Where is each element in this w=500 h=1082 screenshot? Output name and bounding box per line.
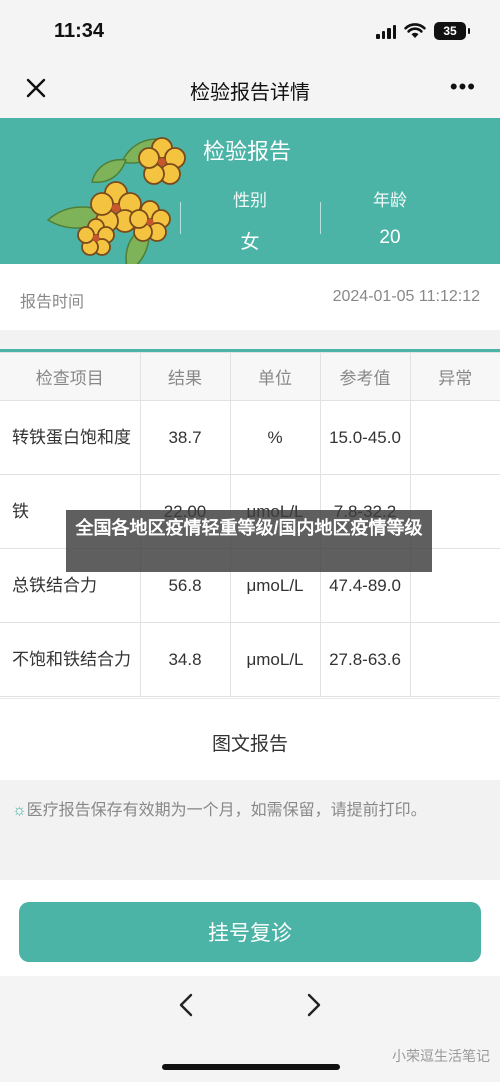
browser-toolbar: 小荣逗生活笔记 <box>0 976 500 1082</box>
page-title: 检验报告详情 <box>190 82 310 104</box>
lightbulb-icon: ☼ <box>12 802 27 819</box>
watermark-text: 小荣逗生活笔记 <box>392 1048 490 1064</box>
overlay-caption: 全国各地区疫情轻重等级/国内地区疫情等级 <box>66 510 432 572</box>
report-time-card: 报告时间 2024-01-05 11:12:12 <box>0 264 500 330</box>
report-time-value: 2024-01-05 11:12:12 <box>332 288 480 305</box>
cellular-signal-icon <box>376 23 396 39</box>
image-report-link[interactable]: 图文报告 <box>0 698 500 780</box>
gender-value: 女 <box>240 232 260 253</box>
banner-divider <box>180 202 181 234</box>
back-arrow-icon[interactable] <box>176 992 196 1018</box>
bottom-action-panel: 挂号复诊 <box>0 880 500 976</box>
test-result: 34.8 <box>139 622 231 697</box>
image-report-label: 图文报告 <box>211 734 288 755</box>
report-time-label: 报告时间 <box>20 294 85 311</box>
banner-title: 检验报告 <box>203 139 292 164</box>
test-unit: % <box>229 400 321 475</box>
more-options-icon[interactable]: ••• <box>450 74 476 100</box>
report-banner: 检验报告 性别 女 年龄 20 <box>0 118 500 274</box>
column-header: 单位 <box>229 352 321 401</box>
table-row: 转铁蛋白饱和度 38.7 % 15.0-45.0 <box>0 400 500 475</box>
home-indicator <box>162 1064 340 1070</box>
retention-notice: ☼医疗报告保存有效期为一个月，如需保留，请提前打印。 <box>12 796 482 825</box>
gender-block: 性别 女 <box>195 186 305 254</box>
status-bar: 11:34 35 <box>0 0 500 62</box>
age-label: 年龄 <box>373 191 407 210</box>
test-item: 转铁蛋白饱和度 <box>0 400 141 475</box>
table-row: 不饱和铁结合力 34.8 μmoL/L 27.8-63.6 <box>0 622 500 697</box>
test-unit: μmoL/L <box>229 622 321 697</box>
wifi-icon <box>404 23 426 38</box>
column-header: 参考值 <box>319 352 411 401</box>
register-revisit-button[interactable]: 挂号复诊 <box>19 902 481 962</box>
reference-range: 15.0-45.0 <box>319 400 411 475</box>
status-time: 11:34 <box>54 20 105 42</box>
banner-divider <box>320 202 321 234</box>
age-block: 年龄 20 <box>335 186 445 249</box>
column-header: 检查项目 <box>0 352 141 401</box>
battery-icon: 35 <box>434 22 470 40</box>
reference-range: 27.8-63.6 <box>319 622 411 697</box>
notice-text: 医疗报告保存有效期为一个月，如需保留，请提前打印。 <box>26 802 427 819</box>
status-icons: 35 <box>376 22 470 40</box>
column-header: 结果 <box>139 352 231 401</box>
age-value: 20 <box>379 227 401 248</box>
abnormal-flag <box>409 400 500 475</box>
test-result: 38.7 <box>139 400 231 475</box>
test-item: 不饱和铁结合力 <box>0 622 141 697</box>
gender-label: 性别 <box>233 191 267 210</box>
forward-arrow-icon[interactable] <box>304 992 324 1018</box>
nav-bar: 检验报告详情 ••• <box>0 62 500 118</box>
table-header-row: 检查项目 结果 单位 参考值 异常 <box>0 352 500 401</box>
abnormal-flag <box>409 622 500 697</box>
column-header: 异常 <box>409 352 500 401</box>
